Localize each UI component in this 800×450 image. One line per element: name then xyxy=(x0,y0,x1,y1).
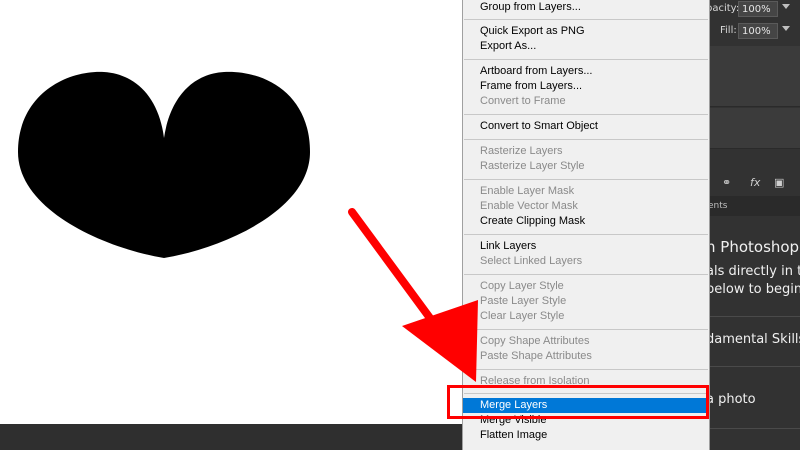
layer-actions: ⚭ fx ▣ xyxy=(700,170,800,196)
menu-item-flatten-image[interactable]: Flatten Image xyxy=(463,428,709,443)
learn-title: n Photoshop xyxy=(706,238,800,256)
chevron-down-icon[interactable] xyxy=(782,4,790,9)
fill-row: Fill: 100% xyxy=(700,22,800,44)
layer-row[interactable] xyxy=(700,46,800,107)
menu-item-export-as[interactable]: Export As... xyxy=(463,39,709,54)
menu-item-frame-from-layers[interactable]: Frame from Layers... xyxy=(463,79,709,94)
menu-separator xyxy=(464,19,708,20)
learn-section-photo[interactable]: a photo xyxy=(706,392,756,407)
mask-icon[interactable]: ▣ xyxy=(774,176,784,189)
menu-separator xyxy=(464,59,708,60)
menu-item-convert-smart-object[interactable]: Convert to Smart Object xyxy=(463,119,709,134)
menu-separator xyxy=(464,114,708,115)
highlight-box-annotation xyxy=(447,385,709,419)
learn-text-line2: below to begin. xyxy=(706,282,800,297)
panel-tabs: ents xyxy=(700,196,800,216)
learn-text-line1: als directly in the xyxy=(706,264,800,279)
menu-item-quick-export[interactable]: Quick Export as PNG xyxy=(463,24,709,39)
menu-separator xyxy=(464,139,708,140)
menu-item-enable-layer-mask: Enable Layer Mask xyxy=(480,185,575,197)
menu-separator xyxy=(464,274,708,275)
chevron-down-icon[interactable] xyxy=(782,26,790,31)
learn-panel: n Photoshop als directly in the below to… xyxy=(700,216,800,450)
menu-item-rasterize-layer-style: Rasterize Layer Style xyxy=(480,160,585,172)
opacity-input[interactable]: 100% xyxy=(738,1,778,17)
menu-separator xyxy=(464,369,708,370)
red-arrow-annotation xyxy=(348,208,478,382)
menu-separator xyxy=(464,179,708,180)
menu-item-artboard-from-layers[interactable]: Artboard from Layers... xyxy=(463,64,709,79)
learn-section-fundamental[interactable]: damental Skills xyxy=(706,332,800,347)
divider xyxy=(706,428,800,429)
heart-shape[interactable] xyxy=(14,60,314,260)
layer-row[interactable] xyxy=(700,108,800,149)
fx-icon[interactable]: fx xyxy=(750,176,760,189)
menu-separator xyxy=(464,329,708,330)
menu-separator xyxy=(464,234,708,235)
opacity-label: pacity: xyxy=(706,3,740,14)
fill-input[interactable]: 100% xyxy=(738,23,778,39)
menu-item-group-from-layers[interactable]: Group from Layers... xyxy=(463,0,709,15)
opacity-row: pacity: 100% xyxy=(700,0,800,22)
menu-item-rasterize-layers: Rasterize Layers xyxy=(480,145,563,157)
tab-comments[interactable]: ents xyxy=(708,201,727,211)
divider xyxy=(706,316,800,317)
link-icon[interactable]: ⚭ xyxy=(722,176,731,189)
fill-label: Fill: xyxy=(720,25,737,36)
divider xyxy=(706,366,800,367)
menu-item-convert-to-frame: Convert to Frame xyxy=(480,95,566,107)
layers-panel: pacity: 100% Fill: 100% ⚭ fx ▣ ents n Ph… xyxy=(700,0,800,450)
